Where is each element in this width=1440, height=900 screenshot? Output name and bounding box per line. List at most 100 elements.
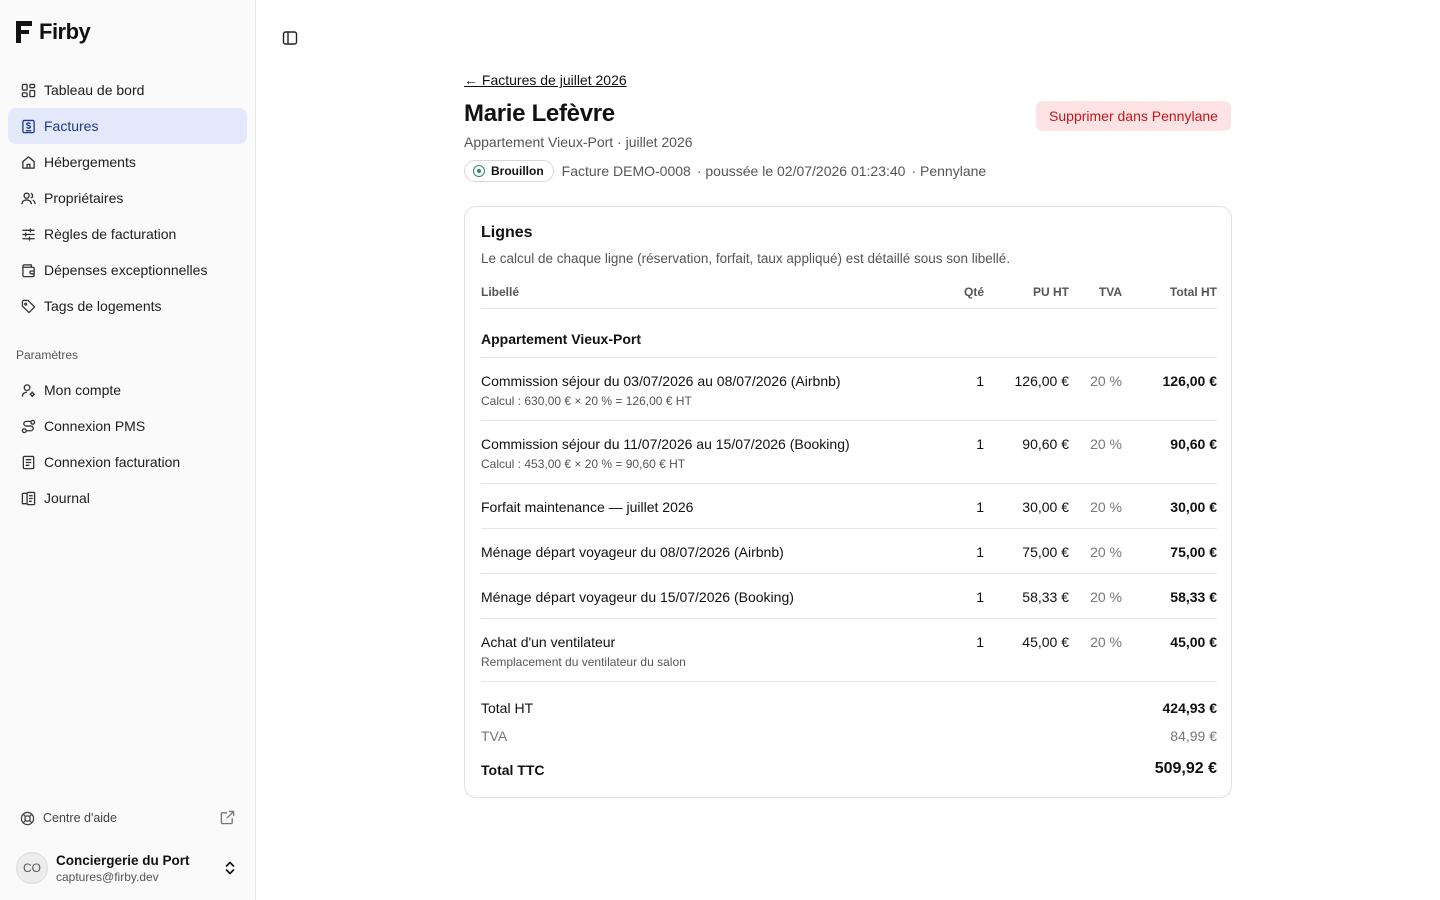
sidebar-item-label: Connexion PMS: [44, 418, 146, 434]
table-row: Ménage départ voyageur du 15/07/2026 (Bo…: [481, 574, 1217, 619]
pushed-date: · poussée le 02/07/2026 01:23:40: [696, 163, 906, 179]
line-total: 30,00 €: [1170, 499, 1217, 515]
table-header: Libellé Qté PU HT TVA Total HT: [481, 285, 1217, 309]
line-total: 75,00 €: [1170, 544, 1217, 560]
table-row: Achat d'un ventilateur Remplacement du v…: [481, 619, 1217, 682]
sidebar-item-journal[interactable]: Journal: [8, 480, 247, 516]
main-nav: Tableau de bord Factures Hébergements Pr…: [8, 72, 247, 324]
card-title: Lignes: [481, 224, 533, 241]
invoice-reference: Facture DEMO-0008: [561, 163, 691, 179]
line-label: Forfait maintenance — juillet 2026: [481, 499, 694, 515]
sidebar-item-label: Dépenses exceptionnelles: [44, 262, 208, 278]
sidebar-item-label: Connexion facturation: [44, 454, 181, 470]
line-vat: 20 %: [1090, 373, 1122, 389]
invoice-lines-card: Lignes Le calcul de chaque ligne (réserv…: [464, 206, 1232, 798]
line-label: Commission séjour du 03/07/2026 au 08/07…: [481, 373, 841, 389]
sliders-icon: [20, 226, 36, 242]
route-icon: [20, 418, 36, 434]
billing-provider: · Pennylane: [911, 163, 987, 179]
page-subtitle: Appartement Vieux-Port · juillet 2026: [464, 134, 693, 150]
line-label: Ménage départ voyageur du 08/07/2026 (Ai…: [481, 544, 784, 560]
line-label: Achat d'un ventilateur: [481, 634, 616, 650]
line-vat: 20 %: [1090, 634, 1122, 650]
line-vat: 20 %: [1090, 544, 1122, 560]
sidebar-item-label: Factures: [44, 118, 99, 134]
users-icon: [20, 190, 36, 206]
vat-total-value: 84,99 €: [1170, 728, 1217, 744]
line-qty: 1: [976, 499, 984, 515]
sidebar-item-billing-rules[interactable]: Règles de facturation: [8, 216, 247, 252]
delete-in-pennylane-button[interactable]: Supprimer dans Pennylane: [1036, 101, 1231, 131]
app-logo[interactable]: Firby: [16, 19, 91, 45]
line-unit-price: 90,60 €: [1022, 436, 1069, 452]
line-total: 58,33 €: [1170, 589, 1217, 605]
card-description: Le calcul de chaque ligne (réservation, …: [481, 251, 1011, 266]
sidebar-item-exceptional-expenses[interactable]: Dépenses exceptionnelles: [8, 252, 247, 288]
sidebar-item-my-account[interactable]: Mon compte: [8, 372, 247, 408]
account-switcher[interactable]: CO Conciergerie du Port captures@firby.d…: [8, 844, 247, 892]
settings-section-label: Paramètres: [16, 348, 79, 362]
sidebar-item-pms-connection[interactable]: Connexion PMS: [8, 408, 247, 444]
line-unit-price: 75,00 €: [1022, 544, 1069, 560]
line-label: Commission séjour du 11/07/2026 au 15/07…: [481, 436, 850, 452]
help-center-label: Centre d'aide: [43, 811, 117, 825]
table-row: Commission séjour du 11/07/2026 au 15/07…: [481, 421, 1217, 484]
total-ttc-value: 509,92 €: [1154, 760, 1217, 777]
table-row: Ménage départ voyageur du 08/07/2026 (Ai…: [481, 529, 1217, 574]
firby-logo-icon: [16, 21, 32, 43]
account-info: Conciergerie du Port captures@firby.dev: [56, 853, 190, 884]
column-header-qty: Qté: [963, 285, 984, 299]
avatar: CO: [16, 852, 48, 884]
dashboard-icon: [20, 82, 36, 98]
invoice-icon: [20, 118, 36, 134]
line-unit-price: 58,33 €: [1022, 589, 1069, 605]
sidebar-item-label: Règles de facturation: [44, 226, 177, 242]
sidebar-item-invoices[interactable]: Factures: [8, 108, 247, 144]
status-label: Brouillon: [491, 164, 544, 178]
sidebar-item-accommodation-tags[interactable]: Tags de logements: [8, 288, 247, 324]
sidebar-item-label: Journal: [44, 490, 90, 506]
line-detail: Remplacement du ventilateur du salon: [481, 655, 686, 669]
table-row: Forfait maintenance — juillet 2026 1 30,…: [481, 484, 1217, 529]
line-qty: 1: [976, 589, 984, 605]
line-vat: 20 %: [1090, 436, 1122, 452]
status-badge: Brouillon: [464, 160, 554, 182]
help-center-link[interactable]: Centre d'aide: [8, 802, 247, 834]
column-header-total: Total HT: [1169, 285, 1217, 299]
tag-icon: [20, 298, 36, 314]
settings-nav: Mon compte Connexion PMS Connexion factu…: [8, 372, 247, 516]
account-email: captures@firby.dev: [56, 869, 159, 884]
external-link-icon: [220, 810, 235, 825]
sidebar-item-billing-connection[interactable]: Connexion facturation: [8, 444, 247, 480]
sidebar: Firby Tableau de bord Factures Hébergeme…: [0, 0, 256, 900]
line-unit-price: 126,00 €: [1014, 373, 1070, 389]
sidebar-item-owners[interactable]: Propriétaires: [8, 180, 247, 216]
sidebar-item-label: Tableau de bord: [44, 82, 145, 98]
app-name: Firby: [39, 19, 91, 44]
sidebar-item-label: Propriétaires: [44, 190, 124, 206]
line-qty: 1: [976, 544, 984, 560]
group-row: Appartement Vieux-Port: [481, 309, 1217, 358]
back-to-invoices-link[interactable]: ← Factures de juillet 2026: [464, 72, 627, 88]
home-icon: [20, 154, 36, 170]
line-vat: 20 %: [1090, 499, 1122, 515]
sidebar-item-label: Tags de logements: [44, 298, 162, 314]
column-header-unit-price: PU HT: [1033, 285, 1069, 299]
logs-icon: [20, 490, 36, 506]
column-header-label: Libellé: [481, 285, 520, 299]
chevrons-up-down-icon: [223, 860, 237, 876]
line-unit-price: 30,00 €: [1022, 499, 1069, 515]
sidebar-item-accommodations[interactable]: Hébergements: [8, 144, 247, 180]
line-detail: Calcul : 453,00 € × 20 % = 90,60 € HT: [481, 457, 686, 471]
receipt-icon: [20, 454, 36, 470]
line-qty: 1: [976, 373, 984, 389]
group-label: Appartement Vieux-Port: [481, 331, 641, 347]
total-ht-value: 424,93 €: [1162, 700, 1218, 716]
line-label: Ménage départ voyageur du 15/07/2026 (Bo…: [481, 589, 794, 605]
line-qty: 1: [976, 634, 984, 650]
user-cog-icon: [20, 382, 36, 398]
sidebar-toggle-icon[interactable]: [282, 30, 298, 46]
sidebar-item-dashboard[interactable]: Tableau de bord: [8, 72, 247, 108]
total-ht-label: Total HT: [481, 700, 534, 716]
table-row: Commission séjour du 03/07/2026 au 08/07…: [481, 358, 1217, 421]
